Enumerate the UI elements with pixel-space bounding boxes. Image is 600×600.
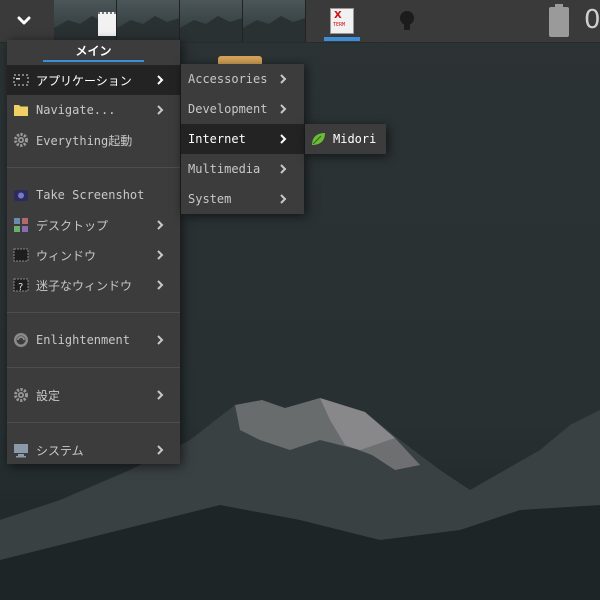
battery-icon[interactable] xyxy=(548,4,570,38)
pager-desktop-1[interactable] xyxy=(54,0,117,42)
menu-item-take-screenshot[interactable]: Take Screenshot xyxy=(7,180,180,210)
menu-item-everything[interactable]: Everything起動 xyxy=(7,125,180,155)
menu-item-label: 設定 xyxy=(36,388,61,403)
menu-item-label: Internet xyxy=(188,132,246,146)
applications-submenu: Accessories Development Internet Multime… xyxy=(181,64,304,214)
gear-icon xyxy=(13,132,29,148)
pager-desktop-4[interactable] xyxy=(243,0,306,42)
enlightenment-icon xyxy=(13,332,29,348)
chevron-right-icon xyxy=(280,104,287,114)
chevron-right-icon xyxy=(280,164,287,174)
main-menu-title: メイン xyxy=(7,40,180,65)
clock-partial[interactable]: 0 xyxy=(584,4,600,36)
menu-title-underline xyxy=(43,60,144,62)
midori-leaf-icon xyxy=(310,131,326,147)
menu-item-desktop[interactable]: デスクトップ xyxy=(7,210,180,240)
menu-item-label: Navigate... xyxy=(36,103,116,117)
main-menu: メイン アプリケーション Navigate... Everything起動 Ta… xyxy=(7,40,180,464)
xterm-icon: X TERM xyxy=(330,8,354,34)
submenu-item-system[interactable]: System xyxy=(181,184,304,214)
menu-item-label: Take Screenshot xyxy=(36,188,145,202)
pager-desktop-2[interactable] xyxy=(117,0,180,42)
menu-item-label: Multimedia xyxy=(188,162,261,176)
menu-item-applications[interactable]: アプリケーション xyxy=(7,65,180,95)
chevron-right-icon xyxy=(280,194,287,204)
pager-window-thumbnail xyxy=(98,12,116,36)
menu-item-label: アプリケーション xyxy=(36,73,132,88)
menu-item-label: デスクトップ xyxy=(36,218,109,233)
menu-item-label: Enlightenment xyxy=(36,333,130,347)
menu-item-lost-windows[interactable]: ? 迷子なウィンドウ xyxy=(7,270,180,300)
task-focus-indicator xyxy=(324,37,360,41)
chevron-right-icon xyxy=(157,280,164,290)
chevron-right-icon xyxy=(280,134,287,144)
submenu-item-accessories[interactable]: Accessories xyxy=(181,64,304,94)
main-menu-title-text: メイン xyxy=(75,44,112,58)
top-shelf: X TERM 0 xyxy=(0,0,600,43)
chevron-right-icon xyxy=(157,250,164,260)
desktop-icon xyxy=(13,217,29,233)
settings-gear-icon xyxy=(13,387,29,403)
chevron-right-icon xyxy=(157,220,164,230)
menu-item-label: システム xyxy=(36,443,84,458)
menu-item-label: ウィンドウ xyxy=(36,248,97,263)
chevron-right-icon xyxy=(280,74,287,84)
folder-icon xyxy=(13,102,29,118)
menu-item-settings[interactable]: 設定 xyxy=(7,380,180,410)
menu-item-label: Accessories xyxy=(188,72,268,86)
start-menu-button[interactable] xyxy=(8,6,40,36)
lightbulb-icon[interactable] xyxy=(397,10,417,32)
internet-submenu: Midori xyxy=(305,124,386,154)
menu-item-navigate[interactable]: Navigate... xyxy=(7,95,180,125)
menu-separator xyxy=(7,155,180,180)
chevron-right-icon xyxy=(157,75,164,85)
menu-item-label: System xyxy=(188,192,232,206)
menu-item-label: 迷子なウィンドウ xyxy=(36,278,133,293)
chevron-down-icon xyxy=(17,16,31,25)
chevron-right-icon xyxy=(157,105,164,115)
menu-item-label: Development xyxy=(188,102,268,116)
menu-separator xyxy=(7,300,180,325)
window-icon xyxy=(13,247,29,263)
chevron-right-icon xyxy=(157,335,164,345)
lost-window-icon: ? xyxy=(13,277,29,293)
menu-item-window[interactable]: ウィンドウ xyxy=(7,240,180,270)
xterm-icon-text: TERM xyxy=(333,22,346,28)
menu-item-enlightenment[interactable]: Enlightenment xyxy=(7,325,180,355)
menu-separator xyxy=(7,410,180,435)
chevron-right-icon xyxy=(157,390,164,400)
taskbar-xterm-button[interactable]: X TERM xyxy=(322,0,362,42)
computer-icon xyxy=(13,442,29,458)
submenu-item-development[interactable]: Development xyxy=(181,94,304,124)
svg-text:?: ? xyxy=(18,282,23,293)
chevron-right-icon xyxy=(157,445,164,455)
menu-item-label: Everything起動 xyxy=(36,133,133,148)
submenu-item-midori[interactable]: Midori xyxy=(305,124,386,154)
screenshot-icon xyxy=(13,187,29,203)
pager-desktop-3[interactable] xyxy=(180,0,243,42)
menu-item-label: Midori xyxy=(333,132,377,146)
menu-item-system[interactable]: システム xyxy=(7,435,180,465)
menu-separator xyxy=(7,355,180,380)
xterm-icon-letter: X xyxy=(334,10,342,21)
submenu-item-multimedia[interactable]: Multimedia xyxy=(181,154,304,184)
submenu-item-internet[interactable]: Internet xyxy=(181,124,304,154)
virtual-desktop-pager xyxy=(54,0,306,42)
applications-icon xyxy=(13,72,29,88)
